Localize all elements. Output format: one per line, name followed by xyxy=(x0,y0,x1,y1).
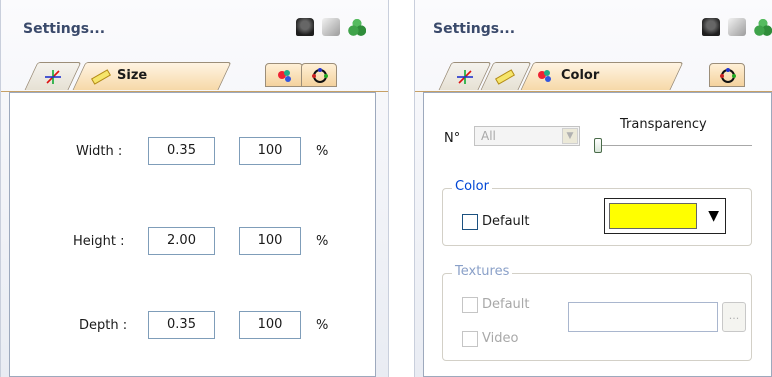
spheres-icon[interactable] xyxy=(348,18,366,36)
width-unit: % xyxy=(316,144,329,159)
ruler-icon xyxy=(495,69,515,85)
depth-percent-input[interactable]: 100 xyxy=(239,311,301,339)
color-picker[interactable]: ▼ xyxy=(604,198,726,234)
panel-title: Settings... xyxy=(23,21,106,37)
axes-icon xyxy=(457,70,473,84)
transparency-slider-track[interactable] xyxy=(594,145,752,147)
paint-icon xyxy=(278,70,291,82)
number-label: N° xyxy=(444,131,461,146)
header-icons xyxy=(296,18,366,36)
number-select-value: All xyxy=(481,129,496,143)
chevron-down-icon[interactable]: ▼ xyxy=(562,128,578,144)
textures-group-title: Textures xyxy=(452,264,513,279)
textures-video-checkbox[interactable] xyxy=(462,331,478,347)
paint-icon xyxy=(538,70,551,82)
width-label: Width : xyxy=(76,144,123,159)
depth-value-input[interactable]: 0.35 xyxy=(148,311,215,339)
color-default-label: Default xyxy=(482,214,530,229)
settings-panel-color: Settings... Color N° All ▼ Transparency … xyxy=(414,0,772,377)
spheres-icon[interactable] xyxy=(754,18,772,36)
color-content: N° All ▼ Transparency Color Default ▼ Te… xyxy=(423,92,772,377)
tab-material[interactable] xyxy=(265,63,303,87)
color-swatch xyxy=(609,203,697,229)
size-content: Width : 0.35 100 % Height : 2.00 100 % D… xyxy=(9,92,376,377)
tab-strip: Color xyxy=(415,56,772,92)
chevron-down-icon[interactable]: ▼ xyxy=(708,208,719,224)
tab-color-label: Color xyxy=(561,68,600,83)
height-value-input[interactable]: 2.00 xyxy=(148,227,215,255)
camera-icon[interactable] xyxy=(296,18,314,36)
panel-header: Settings... xyxy=(415,0,772,56)
textures-default-label: Default xyxy=(482,297,530,312)
color-group-title: Color xyxy=(452,179,492,194)
camera-icon[interactable] xyxy=(702,18,720,36)
panel-title: Settings... xyxy=(433,21,516,37)
textures-video-label: Video xyxy=(482,331,519,346)
header-icons xyxy=(702,18,772,36)
rotate-icon xyxy=(312,68,328,83)
transparency-label: Transparency xyxy=(620,117,707,132)
textures-default-checkbox[interactable] xyxy=(462,297,478,313)
width-value-input[interactable]: 0.35 xyxy=(148,137,215,165)
number-select[interactable]: All ▼ xyxy=(474,126,580,146)
browse-button[interactable]: ... xyxy=(722,302,746,332)
box-icon[interactable] xyxy=(322,18,340,36)
width-percent-input[interactable]: 100 xyxy=(239,137,301,165)
tab-rotation[interactable] xyxy=(301,63,337,87)
settings-panel-size: Settings... Size Width: 0.35 100 % Heig… xyxy=(0,0,389,377)
texture-path-input[interactable] xyxy=(568,302,718,332)
height-unit: % xyxy=(316,234,329,249)
axes-icon xyxy=(45,70,61,84)
transparency-slider-thumb[interactable] xyxy=(594,138,602,153)
depth-label: Depth : xyxy=(79,318,128,333)
tab-strip: Size xyxy=(1,56,388,92)
tab-size-label: Size xyxy=(117,68,148,83)
tab-rotation[interactable] xyxy=(709,63,745,87)
depth-unit: % xyxy=(316,318,329,333)
panel-header: Settings... xyxy=(1,0,388,56)
ruler-icon xyxy=(91,69,111,85)
height-label: Height : xyxy=(73,234,125,249)
box-icon[interactable] xyxy=(728,18,746,36)
rotate-icon xyxy=(720,68,736,83)
color-default-checkbox[interactable] xyxy=(462,214,478,230)
height-percent-input[interactable]: 100 xyxy=(239,227,301,255)
